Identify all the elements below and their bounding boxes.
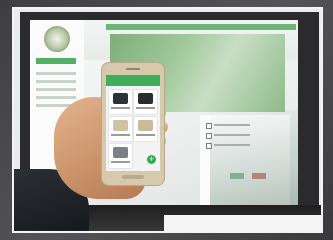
grey-valve-device-icon: [113, 147, 128, 158]
sidebar-item: [36, 80, 76, 83]
device-card-label: [136, 134, 155, 136]
sidebar-item: [36, 88, 76, 91]
web-page-nav-bar: [106, 24, 296, 30]
sidebar-item: [36, 72, 76, 75]
black-valve-device-icon: [113, 93, 128, 104]
add-device-button[interactable]: +: [147, 155, 156, 164]
phone-screen: +: [106, 75, 160, 171]
beige-valve-device-icon: [113, 120, 128, 131]
device-card[interactable]: [134, 90, 157, 114]
sidebar-item: [36, 96, 76, 99]
device-card[interactable]: [109, 90, 132, 114]
device-card[interactable]: [109, 117, 132, 141]
device-card[interactable]: [134, 117, 157, 141]
device-card-label: [111, 161, 130, 163]
screen-reflection: [210, 110, 298, 210]
device-card-label: [136, 107, 155, 109]
site-logo-icon: [44, 26, 70, 52]
phone-home-button: [122, 175, 144, 179]
beige-valve-device-icon: [138, 120, 153, 131]
app-toolbar: [106, 75, 160, 86]
photo: +: [12, 7, 323, 233]
speaker-grille: [126, 68, 140, 70]
device-card-label: [111, 134, 130, 136]
device-card[interactable]: [109, 144, 132, 168]
black-valve-device-icon: [138, 93, 153, 104]
device-card-label: [111, 107, 130, 109]
sidebar-button: [36, 58, 76, 64]
desk-object: [164, 215, 321, 231]
smartphone: +: [102, 63, 164, 185]
